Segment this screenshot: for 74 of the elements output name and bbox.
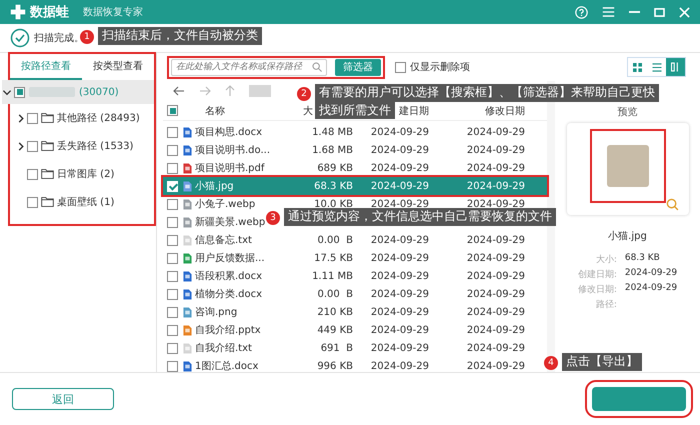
created-date: 2024-09-29 <box>370 306 429 318</box>
callout-tooltip: 找到所需文件 <box>315 102 395 120</box>
file-size: 10.0 KB <box>314 198 353 210</box>
modified-date: 2024-09-29 <box>466 126 525 138</box>
modified-date: 2024-09-29 <box>466 342 525 354</box>
file-name: 项目说明书.pdf <box>195 162 264 175</box>
modified-date: 2024-09-29 <box>466 144 525 156</box>
callout-tooltip: 点击【导出】 <box>562 353 642 371</box>
file-name: 新疆美景.webp <box>195 216 266 229</box>
callout-tooltip: 有需要的用户可以选择【搜索框】、【筛选器】来帮助自己更快 <box>315 84 659 102</box>
detail-value: 2024-09-29 <box>624 268 678 280</box>
step-number-badge: 2 <box>297 87 311 101</box>
callout-tooltip: 通过预览内容，文件信息选中自己需要恢复的文件 <box>284 208 556 226</box>
modified-date: 2024-09-29 <box>466 288 525 300</box>
file-name: 自我介绍.txt <box>195 342 252 355</box>
file-size: 689 KB <box>317 162 353 174</box>
file-size: 68.3 KB <box>314 180 353 192</box>
file-name: 项目说明书.do... <box>195 144 270 157</box>
detail-label: 路径: <box>594 298 617 311</box>
step-number-badge: 1 <box>80 30 94 44</box>
detail-label: 修改日期: <box>578 284 617 296</box>
file-size: 449 KB <box>317 324 353 336</box>
created-date: 2024-09-29 <box>370 234 429 246</box>
app-logo: 数据蛙 <box>30 4 69 21</box>
modified-date: 2024-09-29 <box>466 234 525 246</box>
created-date: 2024-09-29 <box>370 198 429 210</box>
file-size: 0.00 B <box>318 234 353 246</box>
file-size: 17.5 KB <box>314 252 353 264</box>
file-size: 1.48 MB <box>312 126 353 138</box>
modified-date: 2024-09-29 <box>466 324 525 336</box>
modified-date: 2024-09-29 <box>466 270 525 282</box>
file-size: 1.11 MB <box>312 270 353 282</box>
file-size: 1.68 MB <box>312 144 353 156</box>
file-size: 210 KB <box>317 306 353 318</box>
detail-label: 创建日期: <box>578 268 617 281</box>
file-size: 0.00 B <box>318 288 353 300</box>
modified-date: 2024-09-29 <box>466 180 525 192</box>
file-size: 996 KB <box>317 360 353 372</box>
detail-value: 2024-09-29 <box>624 283 678 295</box>
tree-label: (30070) <box>79 86 119 98</box>
detail-value: 68.3 KB <box>624 253 661 265</box>
app-subtitle: 数据恢复专家 <box>83 6 143 19</box>
file-name: 语段积累.docx <box>195 270 262 283</box>
file-name: 1图汇总.docx <box>195 360 258 373</box>
file-name: 信息备忘.txt <box>195 234 252 247</box>
modified-date: 2024-09-29 <box>466 306 525 318</box>
file-name: 自我介绍.pptx <box>195 324 261 337</box>
created-date: 2024-09-29 <box>370 252 429 264</box>
file-name: 用户反馈数据... <box>195 252 265 265</box>
preview-title: 预览 <box>618 106 638 119</box>
detail-label: 大小: <box>594 254 617 266</box>
created-date: 2024-09-29 <box>370 180 429 192</box>
file-name: 小兔子.webp <box>195 198 256 211</box>
created-date: 2024-09-29 <box>370 144 429 156</box>
modified-date: 2024-09-29 <box>466 360 525 372</box>
file-name: 小猫.jpg <box>195 180 234 193</box>
created-date: 2024-09-29 <box>370 324 429 336</box>
file-name: 咨询.png <box>195 306 238 319</box>
step-number-badge: 3 <box>266 211 280 225</box>
created-date: 2024-09-29 <box>370 126 429 138</box>
created-date: 2024-09-29 <box>370 342 429 354</box>
created-date: 2024-09-29 <box>370 270 429 282</box>
file-name: 项目构思.docx <box>195 126 262 139</box>
modified-date: 2024-09-29 <box>466 252 525 264</box>
step-number-badge: 4 <box>544 356 558 370</box>
created-date: 2024-09-29 <box>370 360 429 372</box>
created-date: 2024-09-29 <box>370 288 429 300</box>
created-date: 2024-09-29 <box>370 162 429 174</box>
file-size: 691 B <box>320 342 353 354</box>
modified-date: 2024-09-29 <box>466 198 525 210</box>
file-name: 植物分类.docx <box>195 288 262 301</box>
callout-tooltip: 扫描结束后，文件自动被分类 <box>98 27 262 45</box>
modified-date: 2024-09-29 <box>466 162 525 174</box>
preview-filename: 小猫.jpg <box>608 230 647 243</box>
